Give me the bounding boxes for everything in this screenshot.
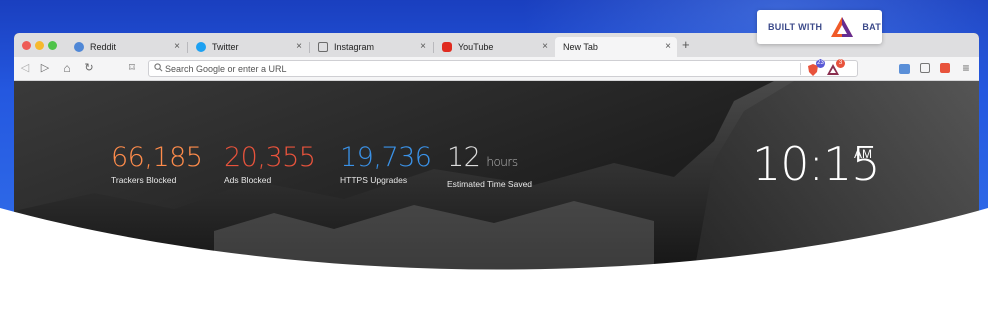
tab-label: Reddit — [90, 42, 117, 52]
trackers-blocked-label: Trackers Blocked — [111, 175, 177, 185]
ads-blocked-count: 20,355 — [224, 142, 316, 173]
reload-icon[interactable]: ↻ — [82, 60, 96, 76]
minimize-window-dot[interactable] — [35, 41, 44, 50]
toolbar: ◁ ▷ ⌂ ↻ ⌑ Search Google or enter a URL 2… — [14, 57, 979, 81]
tab-label: New Tab — [563, 42, 598, 52]
home-icon[interactable]: ⌂ — [60, 60, 74, 76]
tab-label: YouTube — [458, 42, 494, 52]
tab-new-tab[interactable]: New Tab × — [555, 37, 677, 57]
tab-label: Twitter — [212, 42, 239, 52]
reddit-icon — [74, 42, 84, 52]
instagram-icon — [318, 42, 328, 52]
url-bar[interactable]: Search Google or enter a URL — [148, 60, 858, 77]
close-tab-icon[interactable]: × — [542, 41, 548, 52]
url-divider — [800, 63, 801, 75]
time-saved-label: Estimated Time Saved — [447, 179, 533, 189]
tab-twitter[interactable]: Twitter × — [188, 37, 308, 57]
bat-rewards-icon[interactable]: 3 — [827, 59, 845, 75]
extension-red-icon[interactable] — [940, 63, 950, 73]
bat-logo-icon — [831, 17, 854, 37]
built-with-text: BUILT WITH — [768, 22, 823, 32]
https-upgrades-label: HTTPS Upgrades — [340, 175, 408, 185]
rewards-count-badge: 3 — [836, 59, 845, 68]
stat-https-upgrades: 19,736 HTTPS Upgrades — [340, 142, 432, 186]
close-tab-icon[interactable]: × — [420, 41, 426, 52]
tab-label: Instagram — [334, 42, 375, 52]
trackers-blocked-count: 66,185 — [111, 142, 203, 173]
brave-shields-icon[interactable]: 23 — [807, 59, 825, 76]
built-with-bat-badge: BUILT WITH BAT — [757, 10, 882, 44]
close-tab-icon[interactable]: × — [174, 41, 180, 52]
stat-ads-blocked: 20,355 Ads Blocked — [224, 142, 316, 186]
bookmark-icon[interactable]: ⌑ — [125, 60, 139, 76]
twitter-icon — [196, 42, 206, 52]
time-saved-number: 12 — [447, 142, 481, 173]
search-icon — [151, 63, 165, 74]
forward-icon[interactable]: ▷ — [38, 60, 52, 76]
time-saved-unit: hours — [486, 155, 518, 169]
close-tab-icon[interactable]: × — [665, 41, 671, 52]
zoom-window-dot[interactable] — [48, 41, 57, 50]
tab-reddit[interactable]: Reddit × — [66, 37, 186, 57]
url-placeholder: Search Google or enter a URL — [165, 63, 287, 74]
white-wave — [0, 208, 988, 320]
close-window-dot[interactable] — [22, 41, 31, 50]
ads-blocked-label: Ads Blocked — [224, 175, 272, 185]
page: Reddit × Twitter × Instagram × YouTube × — [0, 0, 988, 320]
tab-instagram[interactable]: Instagram × — [310, 37, 432, 57]
time-saved-value: 12 hours — [447, 143, 532, 177]
close-tab-icon[interactable]: × — [296, 41, 302, 52]
bat-brand-text: BAT — [862, 22, 882, 32]
extension-screenshot-icon[interactable] — [920, 63, 930, 73]
new-tab-button[interactable]: + — [682, 37, 690, 52]
extension-translate-icon[interactable] — [899, 64, 910, 74]
stat-trackers-blocked: 66,185 Trackers Blocked — [111, 142, 203, 186]
https-upgrades-count: 19,736 — [340, 142, 432, 173]
youtube-icon — [442, 42, 452, 52]
shields-count-badge: 23 — [816, 59, 825, 68]
menu-icon[interactable]: ≡ — [959, 60, 973, 76]
tab-youtube[interactable]: YouTube × — [434, 37, 554, 57]
back-icon[interactable]: ◁ — [18, 60, 32, 76]
stat-time-saved: 12 hours Estimated Time Saved — [447, 143, 533, 190]
clock-ampm: AM — [854, 147, 872, 161]
